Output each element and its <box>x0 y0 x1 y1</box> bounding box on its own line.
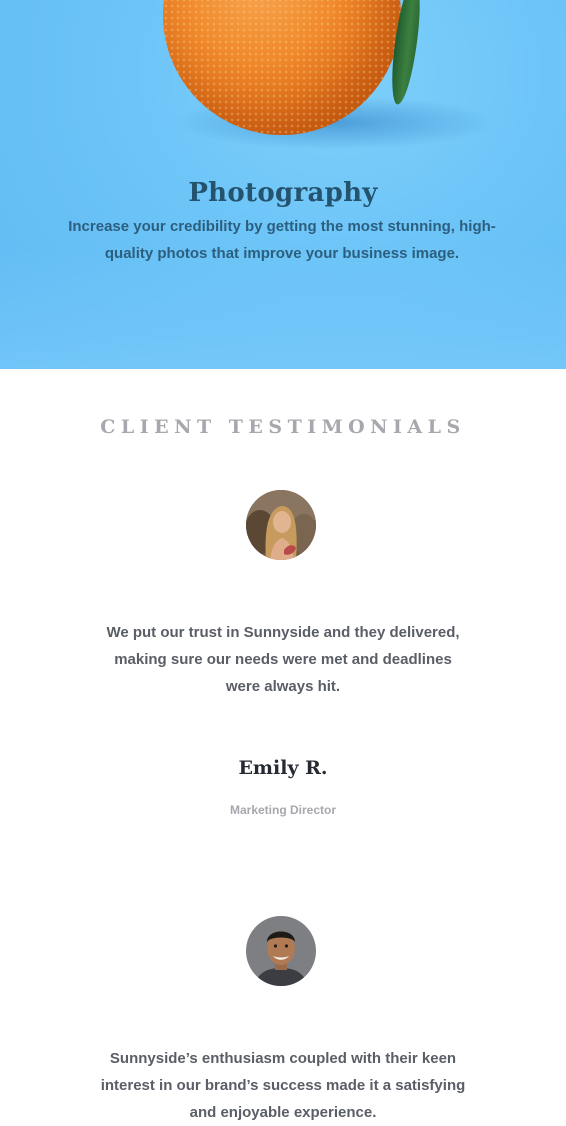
man-portrait-avatar <box>246 916 316 986</box>
woman-portrait-avatar <box>246 490 316 560</box>
testimonial-quote: We put our trust in Sunnyside and they d… <box>106 624 460 695</box>
hero-shade <box>0 249 566 369</box>
photography-hero: Photography Increase your credibility by… <box>0 0 566 369</box>
avatar <box>246 916 316 986</box>
testimonials-heading: CLIENT TESTIMONIALS <box>100 416 466 438</box>
testimonial-quote: Sunnyside’s enthusiasm coupled with thei… <box>100 1050 466 1121</box>
testimonial-name: Emily R. <box>238 757 328 779</box>
avatar <box>246 490 316 560</box>
testimonial-role: Marketing Director <box>229 803 337 817</box>
hero-title: Photography <box>188 178 378 208</box>
hero-description: Increase your credibility by getting the… <box>68 218 496 262</box>
